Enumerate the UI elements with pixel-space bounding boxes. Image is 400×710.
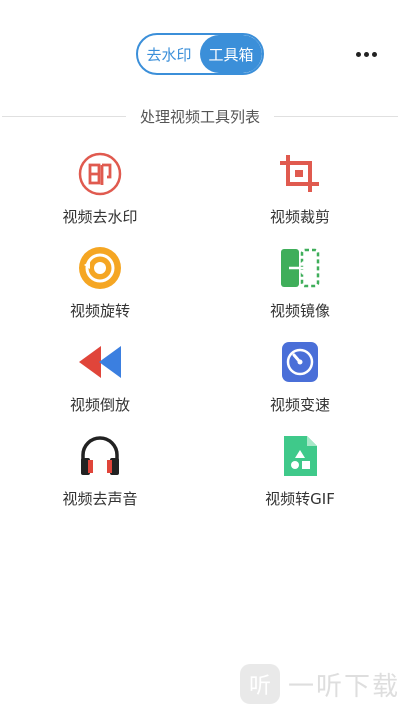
- mode-segmented-control: 去水印 工具箱: [136, 33, 264, 75]
- tool-label: 视频裁剪: [269, 208, 330, 226]
- tool-mirror[interactable]: 视频镜像: [200, 244, 400, 338]
- watermark: 听 一听下载: [240, 662, 400, 706]
- section-header: 处理视频工具列表: [0, 104, 400, 128]
- tool-remove-watermark[interactable]: 视频去水印: [0, 150, 200, 244]
- crop-icon: [276, 150, 324, 198]
- tool-remove-audio[interactable]: 视频去声音: [0, 432, 200, 526]
- tool-label: 视频倒放: [69, 396, 130, 414]
- tool-grid: 视频去水印 视频裁剪 视频旋转 视频镜像 视频倒放 视频变速 视频去声音 视频转…: [0, 150, 400, 526]
- tool-crop[interactable]: 视频裁剪: [200, 150, 400, 244]
- tool-speed[interactable]: 视频变速: [200, 338, 400, 432]
- tool-convert-gif[interactable]: 视频转GIF: [200, 432, 400, 526]
- tool-rotate[interactable]: 视频旋转: [0, 244, 200, 338]
- tab-toolbox[interactable]: 工具箱: [200, 35, 262, 73]
- more-dot-icon: [355, 51, 361, 57]
- rewind-icon: [76, 338, 124, 386]
- tab-remove-watermark[interactable]: 去水印: [138, 35, 200, 73]
- more-dot-icon: [371, 51, 377, 57]
- tool-label: 视频变速: [269, 396, 330, 414]
- more-dot-icon: [363, 51, 369, 57]
- rotate-icon: [76, 244, 124, 292]
- image-file-icon: [276, 432, 324, 480]
- headphones-icon: [76, 432, 124, 480]
- tool-reverse[interactable]: 视频倒放: [0, 338, 200, 432]
- mirror-icon: [276, 244, 324, 292]
- top-bar: 去水印 工具箱: [0, 33, 400, 77]
- watermark-text: 一听下载: [288, 671, 400, 702]
- stamp-icon: [76, 150, 124, 198]
- section-title: 处理视频工具列表: [140, 107, 261, 126]
- tool-label: 视频去水印: [62, 208, 138, 226]
- tool-label: 视频镜像: [269, 302, 330, 320]
- divider-right: [274, 115, 399, 117]
- tool-label: 视频去声音: [62, 490, 138, 508]
- more-options-button[interactable]: [352, 43, 380, 65]
- tool-label: 视频旋转: [69, 302, 130, 320]
- tool-label: 视频转GIF: [265, 490, 335, 508]
- speedometer-icon: [276, 338, 324, 386]
- watermark-logo: 听: [240, 664, 280, 704]
- divider-left: [2, 115, 126, 117]
